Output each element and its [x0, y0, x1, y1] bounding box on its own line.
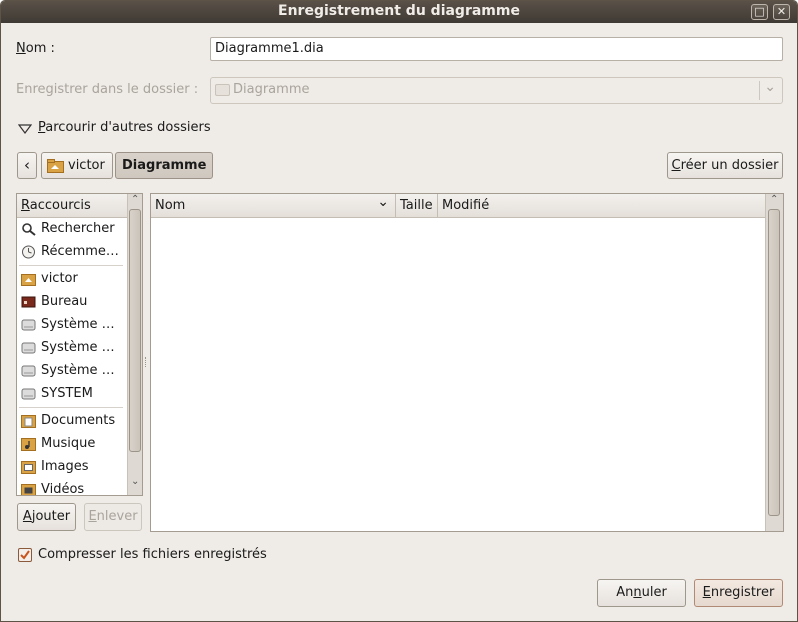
scroll-up-icon[interactable]: ⌃	[131, 194, 139, 205]
chevron-down-icon: ⌄	[764, 79, 776, 95]
column-header-size[interactable]: Taille	[396, 194, 438, 218]
search-icon	[22, 223, 36, 236]
drive-icon	[21, 319, 36, 331]
maximize-icon: □	[754, 5, 765, 18]
close-button[interactable]: ✕	[773, 4, 790, 20]
sidebar-item-music[interactable]: Musique	[19, 433, 125, 455]
sidebar-item-videos[interactable]: Vidéos	[19, 479, 125, 495]
checkmark-icon	[20, 550, 30, 560]
maximize-button[interactable]: □	[751, 4, 768, 20]
sidebar-item-search[interactable]: Rechercher	[19, 218, 125, 240]
documents-folder-icon	[21, 415, 36, 428]
close-icon: ✕	[776, 5, 787, 18]
path-crumb-diagramme[interactable]: Diagramme	[115, 152, 213, 179]
sidebar-item-system-3[interactable]: Système …	[19, 360, 125, 382]
file-list-scrollbar[interactable]: ⌃	[765, 194, 783, 531]
shortcuts-panel: Raccourcis Rechercher Récemme… victor Bu…	[16, 193, 143, 496]
name-label: Nom :	[16, 41, 55, 56]
remove-shortcut-button: Enlever	[84, 503, 142, 531]
browse-folders-expander[interactable]: Parcourir d'autres dossiers	[18, 120, 211, 135]
save-folder-combo: Diagramme ⌄	[210, 77, 783, 104]
sidebar-item-system-2[interactable]: Système …	[19, 337, 125, 359]
shortcuts-header[interactable]: Raccourcis	[17, 194, 127, 218]
cancel-button[interactable]: Annuler	[597, 579, 686, 607]
save-folder-label: Enregistrer dans le dossier :	[16, 82, 199, 97]
add-shortcut-button[interactable]: Ajouter	[17, 503, 76, 531]
title-bar[interactable]: Enregistrement du diagramme □ ✕	[1, 1, 797, 23]
path-crumb-victor[interactable]: victor	[41, 152, 113, 179]
save-dialog: Enregistrement du diagramme □ ✕ Nom : Di…	[0, 0, 798, 622]
sidebar-separator	[19, 407, 123, 408]
videos-folder-icon	[21, 484, 36, 495]
column-header-modified[interactable]: Modifié	[438, 194, 765, 218]
window-title: Enregistrement du diagramme	[278, 3, 520, 19]
sidebar-item-victor[interactable]: victor	[19, 268, 125, 290]
file-list[interactable]: Nom ⌄ Taille Modifié ⌃	[150, 193, 784, 532]
sidebar-separator	[19, 265, 123, 266]
combo-divider	[759, 81, 760, 100]
chevron-left-icon: ‹	[24, 156, 30, 174]
home-folder-icon	[21, 274, 36, 286]
folder-icon	[215, 84, 230, 96]
column-header-name[interactable]: Nom ⌄	[151, 194, 396, 218]
scroll-down-icon[interactable]: ⌄	[131, 476, 139, 487]
sidebar-item-system-1[interactable]: Système …	[19, 314, 125, 336]
compress-checkbox[interactable]	[18, 548, 32, 562]
save-button[interactable]: Enregistrer	[694, 579, 783, 607]
sort-descending-icon: ⌄	[377, 194, 389, 210]
sidebar-item-recent[interactable]: Récemme…	[19, 241, 125, 263]
drive-icon	[21, 342, 36, 354]
desktop-icon	[21, 296, 36, 308]
file-list-scroll-thumb[interactable]	[768, 209, 780, 516]
sidebar-item-system-drive[interactable]: SYSTEM	[19, 383, 125, 405]
sidebar-item-documents[interactable]: Documents	[19, 410, 125, 432]
create-folder-button[interactable]: Créer un dossier	[667, 152, 783, 179]
compress-label: Compresser les fichiers enregistrés	[38, 547, 267, 562]
expander-triangle-icon	[18, 124, 32, 134]
pane-splitter[interactable]	[145, 357, 148, 367]
sidebar-item-images[interactable]: Images	[19, 456, 125, 478]
drive-icon	[21, 388, 36, 400]
drive-icon	[21, 365, 36, 377]
music-folder-icon	[21, 438, 36, 451]
shortcuts-scroll-thumb[interactable]	[129, 209, 141, 452]
shortcuts-scrollbar[interactable]: ⌃ ⌄	[127, 194, 142, 495]
path-back-button[interactable]: ‹	[17, 152, 37, 179]
filename-input[interactable]: Diagramme1.dia	[210, 37, 783, 61]
scroll-up-icon[interactable]: ⌃	[770, 194, 778, 205]
recent-icon	[22, 245, 35, 259]
sidebar-item-bureau[interactable]: Bureau	[19, 291, 125, 313]
home-folder-icon	[47, 159, 64, 173]
pictures-folder-icon	[21, 461, 36, 474]
